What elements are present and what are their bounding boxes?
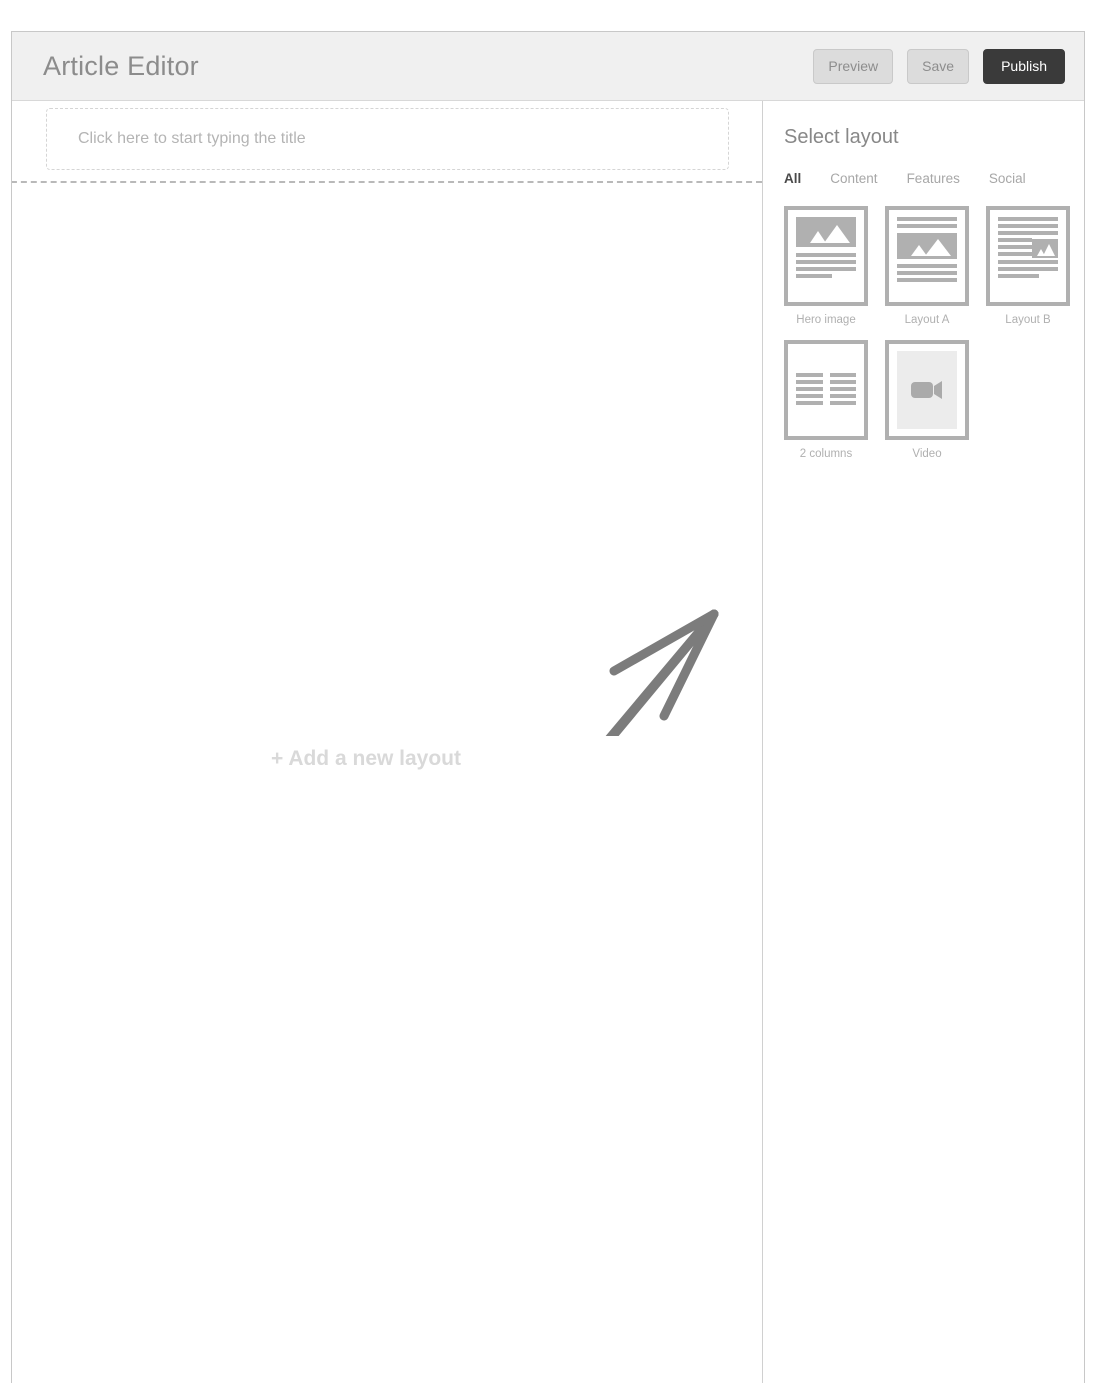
title-separator — [12, 181, 762, 183]
pointer-arrow-icon — [605, 609, 719, 736]
layout-a-thumbnail-icon — [885, 206, 969, 306]
layout-option-video[interactable]: Video — [885, 340, 969, 460]
video-camera-icon — [897, 351, 957, 429]
header-actions: Preview Save Publish — [813, 32, 1065, 101]
filter-tab-social[interactable]: Social — [989, 171, 1026, 186]
app-body: Click here to start typing the title + A… — [12, 101, 1084, 1383]
publish-button[interactable]: Publish — [983, 49, 1065, 84]
layout-option-label: Hero image — [796, 314, 856, 326]
add-new-layout-button[interactable]: + Add a new layout — [271, 747, 461, 771]
save-button[interactable]: Save — [907, 49, 970, 84]
article-title-input[interactable]: Click here to start typing the title — [46, 108, 729, 170]
sidebar-heading: Select layout — [784, 126, 899, 148]
layout-option-label: Layout A — [904, 314, 950, 326]
title-placeholder: Click here to start typing the title — [78, 130, 306, 147]
layout-option-label: Layout B — [1005, 314, 1051, 326]
page-title: Article Editor — [43, 50, 199, 81]
editor-canvas[interactable]: Click here to start typing the title + A… — [12, 101, 763, 1383]
app-header: Article Editor Preview Save Publish — [12, 32, 1084, 101]
layout-option-layout-a[interactable]: Layout A — [885, 206, 969, 326]
application-window: Article Editor Preview Save Publish Clic… — [11, 31, 1085, 1383]
filter-tab-features[interactable]: Features — [907, 171, 960, 186]
video-thumbnail-icon — [885, 340, 969, 440]
layout-filter-tabs: All Content Features Social — [784, 171, 1084, 186]
layout-sidebar: Select layout All Content Features Socia… — [763, 101, 1084, 1383]
filter-tab-content[interactable]: Content — [830, 171, 877, 186]
hero-image-thumbnail-icon — [784, 206, 868, 306]
layout-b-thumbnail-icon — [986, 206, 1070, 306]
layout-option-layout-b[interactable]: Layout B — [986, 206, 1070, 326]
filter-tab-all[interactable]: All — [784, 171, 801, 186]
layout-option-label: 2 columns — [799, 448, 853, 460]
layout-thumbnail-grid: Hero image Layout A Layout B 2 columns V… — [784, 206, 1084, 460]
layout-option-two-columns[interactable]: 2 columns — [784, 340, 868, 460]
layout-option-label: Video — [912, 448, 942, 460]
layout-option-hero[interactable]: Hero image — [784, 206, 868, 326]
two-columns-thumbnail-icon — [784, 340, 868, 440]
preview-button[interactable]: Preview — [813, 49, 894, 84]
